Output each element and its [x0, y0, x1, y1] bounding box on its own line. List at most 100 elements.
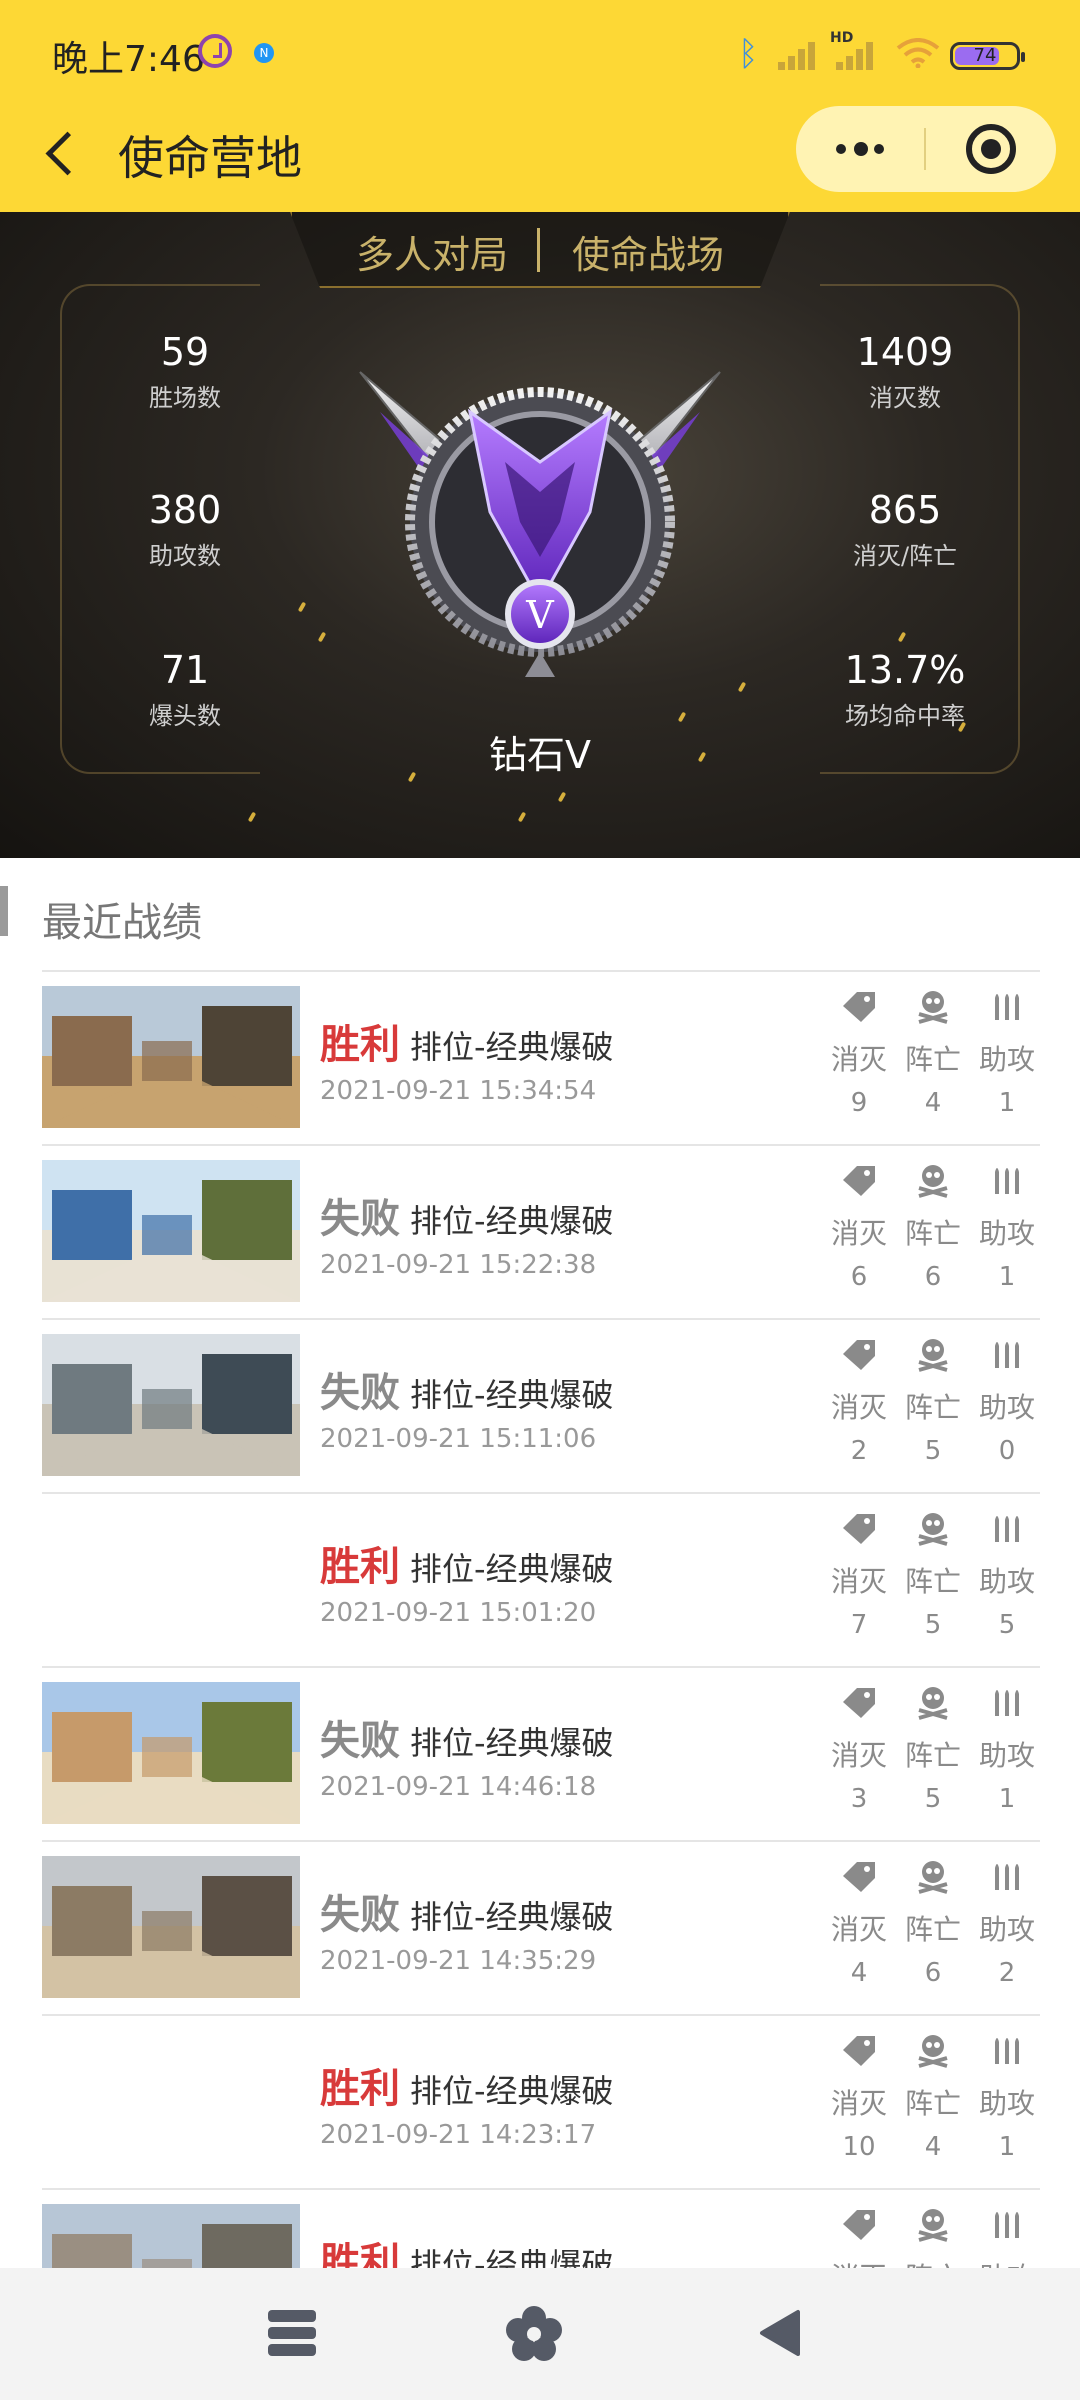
kills-value: 2: [850, 1436, 868, 1466]
home-button[interactable]: [504, 2304, 564, 2364]
deaths-value: 5: [924, 1784, 942, 1814]
section-bar-decoration: [0, 886, 8, 936]
deaths-label: 阵亡: [904, 1565, 961, 1598]
bullets-icon: [995, 1168, 1019, 1194]
kills-label: 消灭: [830, 1217, 887, 1250]
match-time: 2021-09-21 14:23:17: [320, 2120, 597, 2150]
kills-value: 7: [850, 1610, 868, 1640]
kills-stat: 消灭 9: [824, 988, 894, 1118]
match-list: 胜利 排位-经典爆破 2021-09-21 15:34:54 消灭 9 阵亡 4…: [42, 972, 1040, 2268]
kills-value: 6: [850, 1262, 868, 1292]
assists-label: 助攻: [978, 1565, 1035, 1598]
stat-wins: 59 胜场数: [149, 330, 221, 412]
match-row[interactable]: 胜利 排位-经典爆破 2021-09-21 14:23:17 消灭 10 阵亡 …: [42, 2016, 1040, 2190]
match-mode: 排位-经典爆破: [410, 1724, 614, 1762]
bullets-icon: [995, 1516, 1019, 1542]
match-time: 2021-09-21 15:22:38: [320, 1250, 597, 1280]
page-title: 使命营地: [118, 131, 302, 185]
assists-value: 1: [998, 1088, 1016, 1118]
deaths-label: 阵亡: [904, 1913, 961, 1946]
signal-icon-2: [836, 40, 876, 70]
match-row[interactable]: 胜利 排位-经典爆破 2021-09-21 15:01:20 消灭 7 阵亡 5…: [42, 1494, 1040, 1668]
match-row[interactable]: 失败 排位-经典爆破 2021-09-21 15:11:06 消灭 2 阵亡 5…: [42, 1320, 1040, 1494]
stat-kd-ratio: 865 消灭/阵亡: [852, 488, 958, 570]
assists-stat: 助攻 5: [972, 1510, 1040, 1640]
match-time: 2021-09-21 14:46:18: [320, 1772, 597, 1802]
more-button[interactable]: [796, 106, 924, 192]
bluetooth-icon: ᛒ: [738, 34, 759, 74]
tag-icon: [843, 1688, 875, 1718]
match-mode: 排位-经典爆破: [410, 1202, 614, 1240]
match-row[interactable]: 失败 排位-经典爆破 2021-09-21 14:46:18 消灭 3 阵亡 5…: [42, 1668, 1040, 1842]
deaths-stat: 阵亡 5: [898, 1684, 968, 1814]
kills-label: 消灭: [830, 2087, 887, 2120]
spark-particle: [407, 771, 417, 783]
kills-label: 消灭: [830, 1739, 887, 1772]
system-back-button[interactable]: [758, 2308, 802, 2358]
match-result: 失败: [320, 1196, 400, 1242]
mini-program-capsule: [796, 106, 1056, 192]
skull-icon: [918, 2035, 948, 2068]
svg-text:V: V: [525, 593, 554, 637]
notification-icon: N: [254, 43, 274, 63]
spark-particle: [677, 711, 687, 723]
tab-battle-royale[interactable]: 使命战场: [572, 224, 724, 279]
assists-label: 助攻: [978, 1217, 1035, 1250]
status-bar: 晚上7:46 N ᛒ HD 74: [0, 0, 1080, 96]
skull-icon: [918, 1687, 948, 1720]
deaths-value: 4: [924, 2132, 942, 2162]
deaths-stat: 阵亡 5: [898, 1510, 968, 1640]
stat-headshots: 71 爆头数: [149, 648, 221, 730]
stat-kills: 1409 消灭数: [856, 330, 954, 412]
recent-apps-button[interactable]: [268, 2308, 316, 2358]
match-mode: 排位-经典爆破: [410, 1550, 614, 1588]
assists-stat: 助攻 0: [972, 1336, 1040, 1466]
match-row[interactable]: 失败 排位-经典爆破 2021-09-21 15:22:38 消灭 6 阵亡 6…: [42, 1146, 1040, 1320]
map-thumbnail: [42, 1856, 300, 1998]
assists-stat: 助攻 2: [972, 1858, 1040, 1988]
match-result: 失败: [320, 1370, 400, 1416]
nav-bar: 使命营地: [0, 96, 1080, 212]
match-row[interactable]: 胜利 排位-经典爆破 消灭 阵亡 助攻: [42, 2190, 1040, 2268]
kills-stat: 消灭 3: [824, 1684, 894, 1814]
match-mode: 排位-经典爆破: [410, 1898, 614, 1936]
back-button[interactable]: [36, 122, 96, 182]
battery-icon: 74: [950, 42, 1025, 70]
assists-value: 0: [998, 1436, 1016, 1466]
assists-label: 助攻: [978, 1043, 1035, 1076]
match-result: 胜利: [320, 2240, 400, 2268]
match-mode: 排位-经典爆破: [410, 2246, 614, 2268]
assists-label: 助攻: [972, 2256, 1040, 2268]
assists-label: 助攻: [978, 2087, 1035, 2120]
assists-value: 5: [998, 1610, 1016, 1640]
match-time: 2021-09-21 15:11:06: [320, 1424, 597, 1454]
tag-icon: [843, 1514, 875, 1544]
map-thumbnail: [42, 2204, 300, 2268]
skull-icon: [918, 1165, 948, 1198]
kills-stat: 消灭 7: [824, 1510, 894, 1640]
match-row[interactable]: 胜利 排位-经典爆破 2021-09-21 15:34:54 消灭 9 阵亡 4…: [42, 972, 1040, 1146]
close-mini-program-button[interactable]: [966, 124, 1016, 174]
match-row[interactable]: 失败 排位-经典爆破 2021-09-21 14:35:29 消灭 4 阵亡 6…: [42, 1842, 1040, 2016]
tab-separator: [537, 228, 540, 272]
match-time: 2021-09-21 15:01:20: [320, 1598, 597, 1628]
assists-stat: 助攻 1: [972, 1684, 1040, 1814]
bullets-icon: [995, 1690, 1019, 1716]
status-time: 晚上7:46: [52, 39, 205, 80]
bullets-icon: [995, 994, 1019, 1020]
kills-label: 消灭: [824, 2256, 894, 2268]
deaths-value: 4: [924, 1088, 942, 1118]
match-mode: 排位-经典爆破: [410, 2072, 614, 2110]
match-time: 2021-09-21 15:34:54: [320, 1076, 597, 1106]
tag-icon: [843, 992, 875, 1022]
assists-value: 1: [998, 1262, 1016, 1292]
tag-icon: [843, 1166, 875, 1196]
match-mode: 排位-经典爆破: [410, 1028, 614, 1066]
assists-value: 1: [998, 2132, 1016, 2162]
match-time: 2021-09-21 14:35:29: [320, 1946, 597, 1976]
tab-multiplayer[interactable]: 多人对局: [356, 224, 508, 279]
signal-icon: [778, 40, 818, 70]
assists-value: 1: [998, 1784, 1016, 1814]
deaths-stat: 阵亡 4: [898, 988, 968, 1118]
assists-stat: 助攻: [972, 2206, 1040, 2268]
